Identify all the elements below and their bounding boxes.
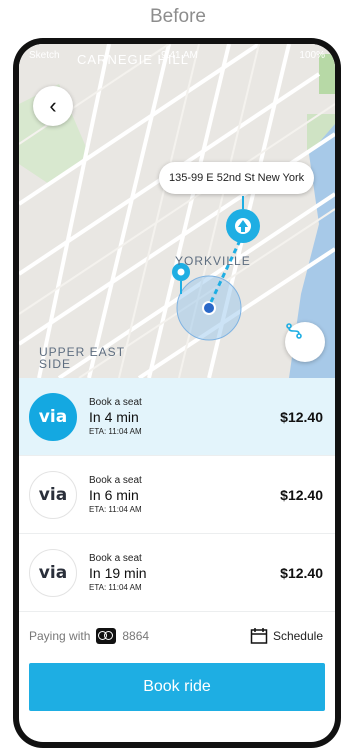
ride-arrival-time: In 6 min [89, 487, 139, 503]
ride-option-3[interactable]: via Book a seat In 19 min ETA: 11:04 AM … [19, 534, 335, 612]
ride-option-info: Book a seat In 4 min ETA: 11:04 AM [89, 397, 280, 436]
ride-option-info: Book a seat In 6 min ETA: 11:04 AM [89, 475, 280, 514]
ride-option-1[interactable]: via Book a seat In 4 min ETA: 11:04 AM $… [19, 378, 335, 456]
map-view[interactable]: Sketch 9:41 AM 100% CARNEGIE HILL YORKVI… [19, 44, 335, 378]
ride-title: Book a seat [89, 553, 142, 564]
ride-price: $12.40 [280, 564, 323, 581]
phone-frame: Sketch 9:41 AM 100% CARNEGIE HILL YORKVI… [13, 38, 341, 748]
battery-label: 100% [299, 49, 325, 61]
ride-option-2[interactable]: via Book a seat In 6 min ETA: 11:04 AM $… [19, 456, 335, 534]
destination-address-bubble[interactable]: 135-99 E 52nd St New York [159, 162, 315, 194]
map-label-yorkville: YORKVILLE [175, 254, 251, 268]
route-icon [286, 323, 302, 339]
via-logo: via [29, 392, 77, 441]
ride-option-info: Book a seat In 19 min ETA: 11:04 AM [89, 553, 280, 592]
via-logo: via [29, 470, 77, 519]
schedule-label: Schedule [272, 629, 323, 643]
status-bar: Sketch 9:41 AM 100% [19, 44, 335, 66]
carrier-label: Sketch [29, 49, 60, 61]
screen-caption: Before [150, 6, 206, 27]
ride-eta: ETA: 11:04 AM [89, 427, 142, 436]
credit-card-icon[interactable] [96, 628, 117, 644]
via-logo: via [29, 548, 77, 597]
book-ride-button[interactable]: Book ride [29, 663, 325, 711]
chevron-left-icon: ‹ [49, 93, 57, 118]
back-button[interactable]: ‹ [33, 86, 73, 126]
ride-eta: ETA: 11:04 AM [89, 583, 142, 592]
paying-with-label: Paying with [29, 629, 91, 643]
ride-eta: ETA: 11:04 AM [89, 505, 142, 514]
map-label-upper-east-side: UPPER EAST SIDE [39, 345, 125, 371]
ride-options-list: via Book a seat In 4 min ETA: 11:04 AM $… [19, 378, 335, 612]
payment-row: Paying with 8864 Schedule [19, 616, 335, 656]
route-button[interactable] [285, 322, 325, 362]
status-time: 9:41 AM [161, 49, 198, 61]
schedule-button[interactable]: Schedule [250, 627, 323, 645]
ride-title: Book a seat [89, 397, 142, 408]
phone-screen: Sketch 9:41 AM 100% CARNEGIE HILL YORKVI… [19, 44, 335, 742]
ride-title: Book a seat [89, 475, 142, 486]
ride-arrival-time: In 19 min [89, 565, 147, 581]
ride-price: $12.40 [280, 408, 323, 425]
ride-price: $12.40 [280, 486, 323, 503]
ride-arrival-time: In 4 min [89, 409, 139, 425]
calendar-icon [250, 628, 268, 644]
card-number[interactable]: 8864 [122, 629, 149, 643]
